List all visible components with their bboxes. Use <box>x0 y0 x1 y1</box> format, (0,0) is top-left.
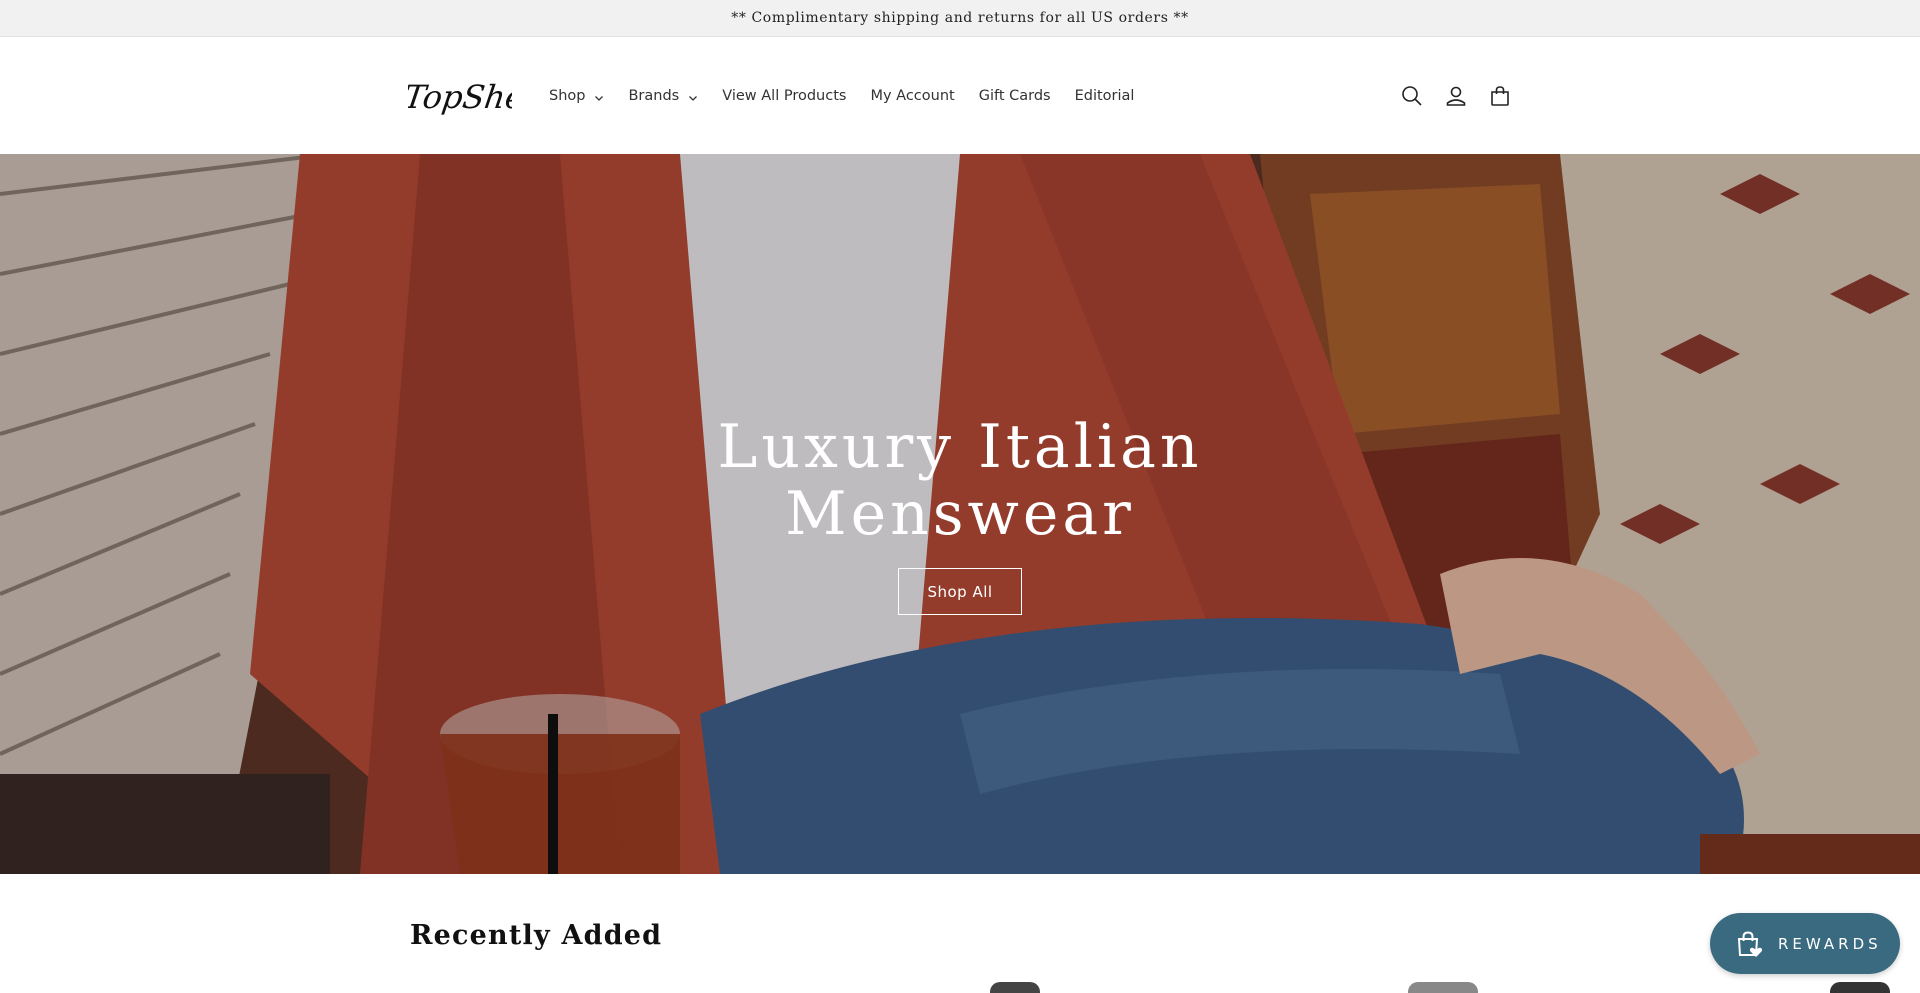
announcement-text: ** Complimentary shipping and returns fo… <box>731 10 1189 26</box>
topshelf-logo[interactable]: TopShelf <box>402 70 554 120</box>
nav-shop-label: Shop <box>549 88 586 104</box>
nav-brands[interactable]: Brands <box>628 88 698 104</box>
nav-my-account-label: My Account <box>870 88 955 104</box>
product-card-peek[interactable] <box>1408 982 1478 993</box>
hero-title: Luxury Italian Menswear <box>660 414 1260 548</box>
site-header: TopShelf Shop Brands View All Products M… <box>0 38 1920 154</box>
nav-brands-label: Brands <box>628 88 680 104</box>
search-icon[interactable] <box>1398 82 1426 110</box>
account-icon[interactable] <box>1442 82 1470 110</box>
rewards-label: REWARDS <box>1778 934 1882 953</box>
nav-shop[interactable]: Shop <box>549 88 604 104</box>
announcement-bar: ** Complimentary shipping and returns fo… <box>0 0 1920 37</box>
shopping-bag-heart-icon <box>1737 930 1763 957</box>
nav-my-account[interactable]: My Account <box>870 88 954 104</box>
hero-banner: Luxury Italian Menswear Shop All <box>0 154 1920 874</box>
nav-gift-cards-label: Gift Cards <box>978 88 1051 104</box>
nav-view-all-products-label: View All Products <box>722 88 847 104</box>
product-card-peek[interactable] <box>1830 982 1890 993</box>
chevron-down-icon <box>594 91 604 101</box>
product-card-peek[interactable] <box>990 982 1040 993</box>
nav-view-all-products[interactable]: View All Products <box>722 88 846 104</box>
recently-added-heading: Recently Added <box>410 920 663 951</box>
hero-title-line2: Menswear <box>785 479 1135 549</box>
cart-icon[interactable] <box>1486 82 1514 110</box>
hero-title-line1: Luxury Italian <box>717 412 1203 482</box>
chevron-down-icon <box>688 91 698 101</box>
rewards-launcher-button[interactable]: REWARDS <box>1710 913 1900 974</box>
nav-editorial-label: Editorial <box>1074 88 1135 104</box>
nav-gift-cards[interactable]: Gift Cards <box>979 88 1051 104</box>
main-nav: Shop Brands View All Products My Account… <box>549 38 1158 154</box>
svg-text:TopShelf: TopShelf <box>408 78 512 116</box>
header-icons <box>1398 38 1530 154</box>
nav-editorial[interactable]: Editorial <box>1075 88 1135 104</box>
shop-all-button[interactable]: Shop All <box>898 568 1022 615</box>
